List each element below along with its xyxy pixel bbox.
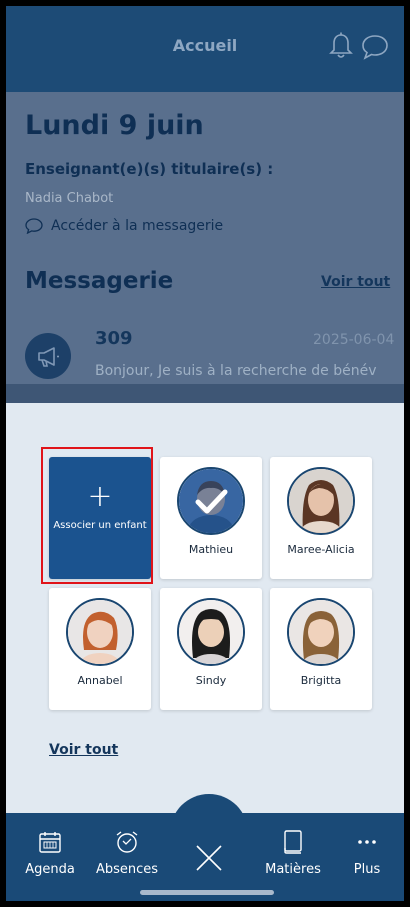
messaging-link-label: Accéder à la messagerie bbox=[51, 218, 224, 234]
more-dots-icon bbox=[358, 840, 376, 844]
messaging-see-all-link[interactable]: Voir tout bbox=[321, 274, 390, 290]
megaphone-icon bbox=[25, 333, 71, 379]
nav-absences-label: Absences bbox=[95, 862, 159, 877]
child-name: Mathieu bbox=[188, 543, 234, 556]
phone-screen: Accueil Lundi 9 juin Enseignant(e)(s) ti… bbox=[6, 6, 404, 901]
child-name: Sindy bbox=[195, 674, 227, 687]
child-name: Brigitta bbox=[300, 674, 342, 687]
child-avatar bbox=[287, 467, 355, 535]
chat-icon[interactable] bbox=[361, 34, 389, 60]
alarm-clock-icon bbox=[116, 831, 138, 853]
child-name: Maree-Alicia bbox=[287, 543, 355, 556]
child-card[interactable]: Maree-Alicia bbox=[270, 457, 372, 579]
child-card[interactable]: Sindy bbox=[160, 588, 262, 710]
child-card[interactable]: Mathieu bbox=[160, 457, 262, 579]
nav-agenda-label: Agenda bbox=[25, 862, 75, 877]
messaging-title: Messagerie bbox=[25, 268, 174, 294]
nav-agenda[interactable]: Agenda bbox=[24, 826, 76, 877]
child-avatar bbox=[177, 598, 245, 666]
messaging-link[interactable]: Accéder à la messagerie bbox=[25, 218, 223, 234]
app-header: Accueil bbox=[6, 6, 404, 92]
child-name: Annabel bbox=[77, 674, 123, 687]
message-preview[interactable]: Bonjour, Je suis à la recherche de bénév bbox=[95, 363, 377, 379]
teacher-name: Nadia Chabot bbox=[25, 191, 114, 206]
highlight-box bbox=[41, 447, 153, 584]
message-date: 2025-06-04 bbox=[313, 332, 395, 348]
children-see-all-link[interactable]: Voir tout bbox=[49, 742, 118, 758]
bell-icon[interactable] bbox=[328, 32, 354, 60]
nav-absences[interactable]: Absences bbox=[92, 826, 162, 877]
teacher-label: Enseignant(e)(s) titulaire(s) : bbox=[25, 160, 274, 178]
home-indicator bbox=[140, 890, 274, 895]
nav-plus[interactable]: Plus bbox=[344, 826, 390, 877]
child-avatar bbox=[287, 598, 355, 666]
chat-bubble-icon bbox=[25, 218, 43, 234]
nav-plus-label: Plus bbox=[353, 862, 381, 877]
child-avatar bbox=[177, 467, 245, 535]
book-icon bbox=[284, 830, 302, 854]
child-avatar bbox=[66, 598, 134, 666]
child-card[interactable]: Brigitta bbox=[270, 588, 372, 710]
close-icon[interactable] bbox=[192, 841, 226, 875]
message-sender[interactable]: 309 bbox=[95, 328, 133, 349]
nav-matieres[interactable]: Matières bbox=[260, 826, 326, 877]
overlay-divider bbox=[6, 384, 404, 403]
home-dimmed-background: Accueil Lundi 9 juin Enseignant(e)(s) ti… bbox=[6, 6, 404, 403]
calendar-icon bbox=[39, 832, 61, 853]
day-title: Lundi 9 juin bbox=[25, 110, 204, 141]
child-card[interactable]: Annabel bbox=[49, 588, 151, 710]
nav-matieres-label: Matières bbox=[265, 862, 321, 877]
